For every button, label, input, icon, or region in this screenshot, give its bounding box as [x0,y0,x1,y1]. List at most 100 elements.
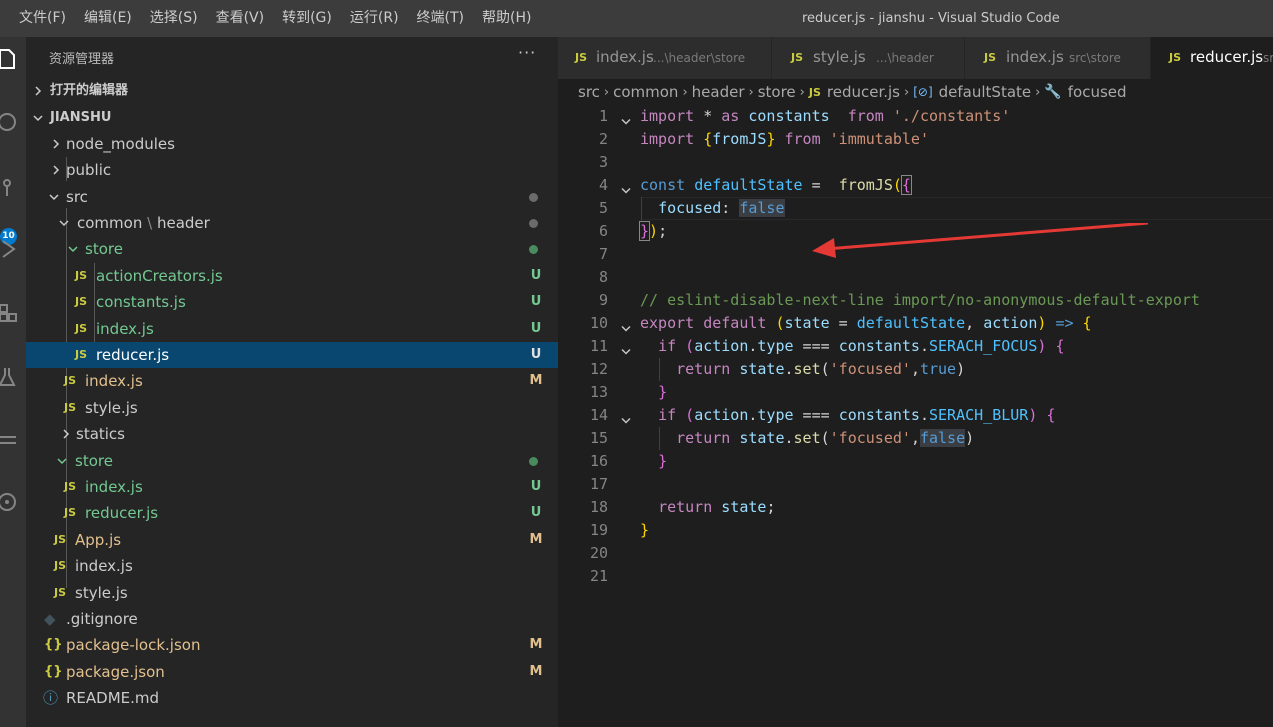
js-file-icon: JS [64,480,77,493]
tree-file-index-header[interactable]: JS index.js M [26,368,558,394]
tree-file-index-store[interactable]: JS index.js U [26,316,558,342]
file-name: constants.js [96,293,186,311]
folder-name: statics [76,425,125,443]
menu-run[interactable]: 运行(R) [341,0,408,37]
menu-selection[interactable]: 选择(S) [141,0,207,37]
line-number: 14 [589,406,608,424]
tree-file-gitignore[interactable]: ◆ .gitignore [26,606,558,632]
tab-description: ...\header\store [653,51,746,65]
line-number: 6 [598,222,608,240]
code-editor[interactable]: 1 2 3 4 5 6 7 8 9 10 11 12 13 14 15 16 1… [558,103,1273,727]
tab-bar: JS index.js ...\header\store JS style.js… [558,37,1273,79]
line-number: 13 [589,383,608,401]
breadcrumb-header[interactable]: header [692,83,745,101]
tree-file-constants[interactable]: JS constants.js U [26,289,558,315]
file-name: .gitignore [66,610,138,628]
breadcrumb-store[interactable]: store [758,83,796,101]
project-section[interactable]: JIANSHU [26,105,558,131]
chevron-right-icon [63,429,70,439]
git-file-icon: ◆ [44,610,56,628]
menu-file[interactable]: 文件(F) [10,0,75,37]
fold-chevron-icon[interactable] [620,110,632,133]
extensions-icon[interactable] [0,300,20,326]
tree-file-readme[interactable]: ⓘ README.md [26,685,558,711]
status-badge: U [530,294,542,309]
explorer-sidebar: 资源管理器 ··· 打开的编辑器 JIANSHU node_modules pu… [26,37,558,727]
tree-file-reducer-src-store[interactable]: JS reducer.js U [26,500,558,526]
editor-area: JS index.js ...\header\store JS style.js… [558,37,1273,727]
breadcrumb-property[interactable]: focused [1068,83,1127,101]
menu-terminal[interactable]: 终端(T) [408,0,473,37]
breadcrumb-common[interactable]: common [613,83,678,101]
run-debug-icon[interactable] [0,236,20,262]
tree-folder-common-header[interactable]: common \ header [26,210,558,236]
fold-chevron-icon[interactable] [620,409,632,432]
fold-chevron-icon[interactable] [620,179,632,202]
tree-folder-statics[interactable]: statics [26,421,558,447]
tree-folder-store[interactable]: store [26,236,558,262]
line-number: 16 [589,452,608,470]
js-file-icon: JS [791,51,804,64]
code-line-13: } [658,383,668,401]
folder-name: src [66,188,88,206]
timeline-icon[interactable] [0,489,20,515]
tab-description: src\store [1069,51,1121,65]
file-name: reducer.js [85,504,159,522]
remote-icon[interactable] [0,427,20,453]
tree-folder-public[interactable]: public [26,157,558,183]
breadcrumb-src[interactable]: src [578,83,600,101]
tab-index-header-store[interactable]: JS index.js ...\header\store [558,37,772,79]
folder-name: node_modules [66,135,175,153]
tree-file-index-src-store[interactable]: JS index.js U [26,474,558,500]
status-badge: U [530,321,542,336]
more-actions-button[interactable]: ··· [518,43,536,62]
tree-file-app[interactable]: JS App.js M [26,527,558,553]
search-icon[interactable] [0,110,20,136]
source-control-icon[interactable] [0,175,20,201]
tree-file-package-lock[interactable]: {} package-lock.json M [26,632,558,658]
js-file-icon: JS [54,533,67,546]
tree-folder-store-src[interactable]: store [26,448,558,474]
chevron-down-icon [33,115,43,122]
tab-label: style.js [813,48,866,66]
fold-chevron-icon[interactable] [620,317,632,340]
file-name: index.js [75,557,133,575]
file-name: index.js [85,478,143,496]
file-name: reducer.js [96,346,170,364]
chevron-right-icon: › [904,84,910,100]
modified-dot [529,219,538,228]
breadcrumb-file[interactable]: reducer.js [827,83,900,101]
chevron-right-icon [53,165,60,175]
chevron-right-icon: › [1035,84,1041,100]
menu-edit[interactable]: 编辑(E) [75,0,141,37]
chevron-down-icon [49,194,59,201]
tree-file-index-src[interactable]: JS index.js [26,553,558,579]
code-line-6: }); [638,221,668,241]
breadcrumb-symbol[interactable]: defaultState [939,83,1031,101]
window-title: reducer.js - jianshu - Visual Studio Cod… [802,11,1060,26]
fold-chevron-icon[interactable] [620,340,632,363]
code-line-2: import {fromJS} from 'immutable' [640,130,929,148]
tree-folder-node-modules[interactable]: node_modules [26,131,558,157]
folder-name: store [85,240,123,258]
tree-folder-src[interactable]: src [26,184,558,210]
testing-icon[interactable] [0,364,20,390]
tree-file-style-header[interactable]: JS style.js [26,395,558,421]
line-number: 7 [598,245,608,263]
js-file-icon: JS [75,295,88,308]
tree-file-actioncreators[interactable]: JS actionCreators.js U [26,263,558,289]
js-file-icon: JS [64,506,77,519]
menu-view[interactable]: 查看(V) [207,0,274,37]
tab-style-header[interactable]: JS style.js ...\header [772,37,965,79]
line-number: 3 [598,153,608,171]
tree-file-reducer-selected[interactable]: JS reducer.js U [26,342,558,368]
tree-file-style-src[interactable]: JS style.js [26,580,558,606]
tab-reducer-active[interactable]: JS reducer.js sr [1151,37,1273,79]
menu-go[interactable]: 转到(G) [273,0,341,37]
tree-file-package[interactable]: {} package.json M [26,659,558,685]
menu-help[interactable]: 帮助(H) [473,0,540,37]
open-editors-section[interactable]: 打开的编辑器 [26,78,558,104]
tab-label: index.js [1006,48,1064,66]
explorer-icon[interactable] [0,47,20,73]
tab-index-src-store[interactable]: JS index.js src\store [965,37,1151,79]
